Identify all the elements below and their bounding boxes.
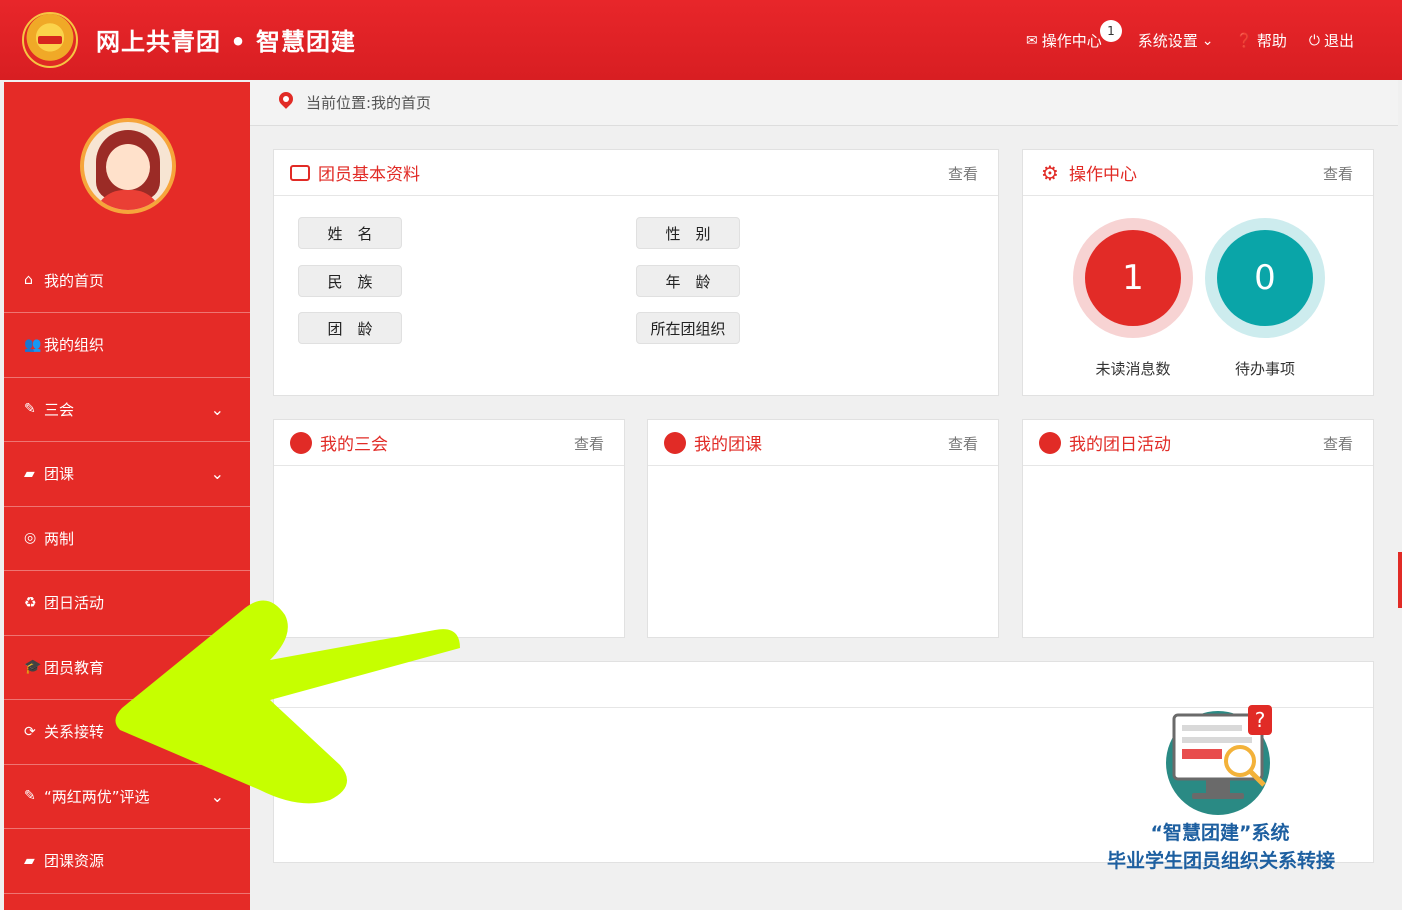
sidebar-item-label: 团员教育 bbox=[44, 658, 105, 677]
graduation-cap-icon: 🎓 bbox=[24, 659, 42, 676]
field-league-age: 团 龄 bbox=[298, 312, 402, 344]
sidebar-item-courses[interactable]: ▰ 团课 ⌄ bbox=[4, 442, 250, 507]
promo-title: “智慧团建”系统 bbox=[1150, 822, 1290, 844]
top-navigation: ✉ 操作中心 1 系统设置 ⌄ ❓ 帮助 ⏻ 退出 bbox=[1025, 20, 1354, 51]
activities-panel-header: 我的团日活动 查看 bbox=[1023, 420, 1373, 466]
breadcrumb: 当前位置:我的首页 bbox=[250, 80, 1398, 126]
activities-panel: 我的团日活动 查看 bbox=[1022, 419, 1374, 638]
system-settings-menu[interactable]: 系统设置 ⌄ bbox=[1138, 30, 1214, 51]
sidebar-item-label: 我的组织 bbox=[44, 336, 105, 355]
field-ethnicity: 民 族 bbox=[298, 265, 402, 297]
logout-link[interactable]: ⏻ 退出 bbox=[1309, 30, 1354, 51]
green-arrow-annotation bbox=[115, 600, 461, 804]
meetings-panel-header: 我的三会 查看 bbox=[274, 420, 624, 466]
meetings-panel-title: 我的三会 bbox=[320, 435, 388, 455]
sidebar-item-label: 三会 bbox=[44, 400, 75, 419]
sidebar-item-label: 关系接转 bbox=[44, 723, 105, 742]
courses-panel: 我的团课 查看 bbox=[647, 419, 999, 638]
field-organization: 所在团组织 bbox=[636, 312, 740, 344]
folder-icon: ▰ bbox=[24, 852, 35, 869]
sidebar-item-label: 团课 bbox=[44, 465, 75, 484]
edit-icon: ✎ bbox=[24, 788, 36, 805]
chevron-down-icon: ⌄ bbox=[1201, 32, 1214, 49]
list-icon bbox=[290, 164, 310, 181]
breadcrumb-text: 当前位置:我的首页 bbox=[306, 94, 432, 112]
ops-center-panel-title: 操作中心 bbox=[1069, 165, 1137, 185]
unread-messages-counter[interactable]: 1 bbox=[1073, 218, 1193, 338]
flag-icon bbox=[1039, 431, 1061, 454]
sidebar-item-label: 我的首页 bbox=[44, 271, 105, 290]
unread-count: 1 bbox=[1085, 230, 1181, 326]
activities-panel-title: 我的团日活动 bbox=[1069, 435, 1171, 455]
field-name: 姓 名 bbox=[298, 217, 402, 249]
sidebar-item-organization[interactable]: 👥 我的组织 bbox=[4, 313, 250, 378]
youth-league-logo-icon bbox=[22, 12, 78, 68]
group-icon: 👥 bbox=[24, 336, 42, 353]
promo-subtitle: 毕业学生团员组织关系转接 bbox=[1106, 850, 1335, 872]
todo-label: 待办事项 bbox=[1234, 360, 1295, 378]
help-link[interactable]: ❓ 帮助 bbox=[1235, 30, 1286, 51]
svg-text:?: ? bbox=[1255, 708, 1266, 732]
refresh-icon: ⟳ bbox=[24, 723, 36, 740]
profile-panel-header: 团员基本资料 查看 bbox=[274, 150, 998, 196]
folder-icon: ▰ bbox=[24, 465, 35, 482]
system-settings-label: 系统设置 bbox=[1137, 32, 1198, 50]
chevron-down-icon: ⌄ bbox=[210, 464, 224, 483]
gear-icon: ⚙ bbox=[1041, 160, 1059, 185]
ops-center-panel: ⚙ 操作中心 查看 1 未读消息数 0 待办事项 bbox=[1022, 149, 1374, 396]
field-age: 年 龄 bbox=[636, 265, 740, 297]
side-tab[interactable] bbox=[1398, 552, 1402, 608]
profile-view-link[interactable]: 查看 bbox=[948, 163, 978, 184]
sidebar-item-label: 团课资源 bbox=[44, 852, 105, 871]
site-brand: 网上共青团 • 智慧团建 bbox=[96, 28, 357, 56]
avatar[interactable] bbox=[80, 118, 176, 214]
ops-center-panel-header: ⚙ 操作中心 查看 bbox=[1023, 150, 1373, 196]
todo-counter[interactable]: 0 bbox=[1205, 218, 1325, 338]
meetings-view-link[interactable]: 查看 bbox=[574, 433, 604, 454]
microphone-icon bbox=[664, 431, 686, 454]
profile-panel-title: 团员基本资料 bbox=[318, 165, 420, 185]
help-icon: ❓ bbox=[1235, 32, 1253, 49]
calendar-icon bbox=[290, 431, 312, 454]
location-pin-icon bbox=[278, 92, 294, 114]
monitor-search-illustration-icon: ? bbox=[1166, 705, 1272, 815]
sidebar-item-label: 团日活动 bbox=[44, 594, 105, 613]
sidebar-item-meetings[interactable]: ✎ 三会 ⌄ bbox=[4, 378, 250, 442]
edit-icon: ✎ bbox=[24, 401, 36, 418]
activities-view-link[interactable]: 查看 bbox=[1323, 433, 1353, 454]
courses-view-link[interactable]: 查看 bbox=[948, 433, 978, 454]
ops-badge: 1 bbox=[1099, 20, 1122, 42]
header-bar: 网上共青团 • 智慧团建 ✉ 操作中心 1 系统设置 ⌄ ❓ 帮助 ⏻ 退出 bbox=[0, 0, 1402, 80]
home-icon: ⌂ bbox=[24, 272, 33, 288]
profile-panel: 团员基本资料 查看 姓 名 性 别 民 族 年 龄 团 龄 所在团组织 bbox=[273, 149, 999, 396]
power-icon: ⏻ bbox=[1308, 32, 1320, 49]
logout-label: 退出 bbox=[1323, 32, 1354, 50]
sidebar-item-home[interactable]: ⌂ 我的首页 bbox=[4, 248, 250, 313]
recycle-icon: ♻ bbox=[24, 594, 37, 611]
courses-panel-header: 我的团课 查看 bbox=[648, 420, 998, 466]
courses-panel-title: 我的团课 bbox=[694, 435, 762, 455]
todo-count: 0 bbox=[1217, 230, 1313, 326]
unread-label: 未读消息数 bbox=[1095, 360, 1171, 378]
ops-center-view-link[interactable]: 查看 bbox=[1323, 163, 1353, 184]
chevron-down-icon: ⌄ bbox=[210, 399, 224, 419]
target-icon: ◎ bbox=[24, 530, 37, 547]
ops-center-label: 操作中心 bbox=[1041, 32, 1102, 50]
sidebar-item-course-resources[interactable]: ▰ 团课资源 bbox=[4, 829, 250, 894]
sidebar-item-label: 两制 bbox=[44, 529, 75, 548]
sidebar-item-two-systems[interactable]: ◎ 两制 bbox=[4, 507, 250, 571]
ops-center-link[interactable]: ✉ 操作中心 1 bbox=[1025, 20, 1122, 51]
envelope-icon: ✉ bbox=[1025, 32, 1038, 49]
field-gender: 性 别 bbox=[636, 217, 740, 249]
help-label: 帮助 bbox=[1256, 32, 1287, 50]
